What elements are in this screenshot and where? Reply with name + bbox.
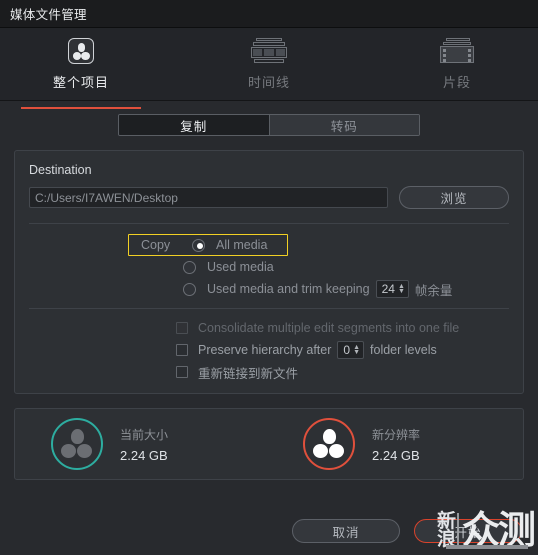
mode-transcode-button[interactable]: 转码 — [268, 115, 419, 135]
current-size-value: 2.24 GB — [120, 447, 168, 463]
new-resolution-ring-icon — [303, 418, 356, 470]
radio-row-used-media[interactable]: Used media — [15, 256, 523, 278]
radio-used-media-trim[interactable] — [183, 282, 196, 296]
project-icon — [68, 36, 94, 66]
size-summary-panel: 当前大小 2.24 GB 新分辨率 2.24 GB — [14, 408, 524, 480]
checkbox-group: Consolidate multiple edit segments into … — [15, 309, 523, 393]
tab-whole-project[interactable]: 整个项目 — [21, 36, 141, 109]
radio-all-media-label: All media — [216, 238, 268, 252]
handles-spinner-value: 24 — [381, 282, 395, 296]
dialog-footer: 取消 开始 — [292, 519, 522, 543]
tab-timeline[interactable]: 时间线 — [209, 36, 329, 101]
checkbox-consolidate-label: Consolidate multiple edit segments into … — [198, 321, 460, 335]
checkbox-row-relink[interactable]: 重新链接到新文件 — [15, 361, 523, 383]
mode-toggle: 复制 转码 — [118, 114, 420, 136]
checkbox-consolidate — [176, 322, 188, 334]
checkbox-relink-label: 重新链接到新文件 — [198, 366, 299, 381]
destination-row: 浏览 — [29, 186, 509, 209]
radio-used-media-label: Used media — [207, 260, 274, 274]
spinner-arrows-icon: ▲ ▼ — [353, 344, 361, 356]
checkbox-row-preserve-hierarchy[interactable]: Preserve hierarchy after 0 ▲ ▼ folder lev… — [15, 339, 523, 361]
current-size-stat: 当前大小 2.24 GB — [51, 418, 168, 470]
window-titlebar: 媒体文件管理 — [0, 0, 538, 28]
folder-levels-spinner[interactable]: 0 ▲ ▼ — [337, 341, 365, 359]
tab-clip[interactable]: 片段 — [397, 36, 517, 101]
new-resolution-title: 新分辨率 — [372, 427, 421, 442]
checkbox-preserve-hierarchy-label: Preserve hierarchy after — [198, 343, 332, 357]
radio-row-used-media-trim[interactable]: Used media and trim keeping 24 ▲ ▼ 帧余量 — [15, 278, 523, 300]
new-resolution-value: 2.24 GB — [372, 447, 420, 463]
spinner-arrows-icon: ▲ ▼ — [397, 283, 405, 295]
handles-spinner[interactable]: 24 ▲ ▼ — [375, 280, 409, 298]
tab-whole-project-label: 整个项目 — [52, 75, 109, 90]
radio-used-media[interactable] — [183, 260, 196, 274]
window-title: 媒体文件管理 — [10, 8, 87, 22]
options-panel: Destination 浏览 Copy All media Used media… — [14, 150, 524, 394]
checkbox-row-consolidate: Consolidate multiple edit segments into … — [15, 317, 523, 339]
watermark-bar — [446, 545, 528, 549]
mode-copy-button[interactable]: 复制 — [119, 115, 269, 135]
folder-levels-suffix-label: folder levels — [370, 343, 437, 357]
radio-row-all-media[interactable]: Copy All media — [15, 234, 523, 256]
tab-clip-label: 片段 — [442, 75, 471, 90]
start-button[interactable]: 开始 — [414, 519, 522, 543]
destination-block: Destination 浏览 — [15, 151, 523, 223]
radio-used-media-trim-label: Used media and trim keeping — [207, 282, 370, 296]
cancel-button[interactable]: 取消 — [292, 519, 400, 543]
browse-button[interactable]: 浏览 — [399, 186, 509, 209]
clip-icon — [440, 36, 474, 66]
radio-all-media[interactable] — [192, 238, 205, 252]
current-size-ring-icon — [51, 418, 103, 470]
handles-suffix-label: 帧余量 — [414, 283, 453, 298]
new-size-stat: 新分辨率 2.24 GB — [303, 418, 420, 470]
timeline-icon — [251, 36, 287, 66]
destination-path-input[interactable] — [29, 187, 388, 208]
checkbox-preserve-hierarchy[interactable] — [176, 344, 188, 356]
tab-timeline-label: 时间线 — [247, 75, 290, 90]
copy-scope-radio-group: Copy All media Used media Used media and… — [15, 224, 523, 308]
checkbox-relink[interactable] — [176, 366, 188, 378]
folder-levels-spinner-value: 0 — [343, 343, 351, 357]
current-size-title: 当前大小 — [120, 427, 169, 442]
copy-prefix-label: Copy — [141, 238, 171, 252]
destination-label: Destination — [29, 163, 92, 177]
tab-strip: 整个项目 时间线 片段 — [0, 28, 538, 109]
